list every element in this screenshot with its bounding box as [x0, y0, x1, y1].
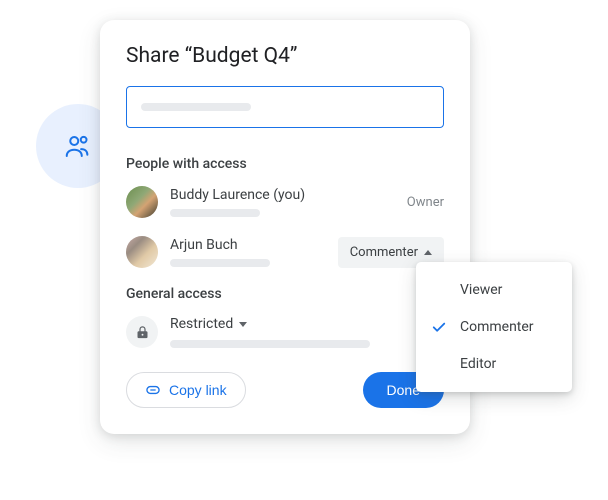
input-placeholder: [141, 103, 251, 111]
access-mode-label: Restricted: [170, 316, 233, 332]
share-dialog: Share “Budget Q4” People with access Bud…: [100, 20, 470, 434]
general-access-info: Restricted: [170, 316, 444, 348]
copy-link-button[interactable]: Copy link: [126, 372, 246, 408]
copy-link-label: Copy link: [169, 382, 227, 398]
people-icon: [63, 131, 93, 161]
access-mode-dropdown[interactable]: Restricted: [170, 316, 444, 332]
general-section-label: General access: [126, 286, 444, 302]
caret-down-icon: [239, 322, 247, 327]
dropdown-option-editor[interactable]: Editor: [416, 346, 572, 382]
caret-up-icon: [424, 250, 432, 255]
dropdown-option-commenter[interactable]: Commenter: [416, 308, 572, 346]
person-row: Buddy Laurence (you) Owner: [126, 186, 444, 218]
lock-circle: [126, 316, 158, 348]
general-access-row: Restricted: [126, 316, 444, 348]
link-icon: [145, 382, 161, 398]
check-slot: [430, 318, 448, 336]
avatar: [126, 186, 158, 218]
person-email-placeholder: [170, 209, 260, 217]
person-row: Arjun Buch Commenter: [126, 236, 444, 268]
add-people-input[interactable]: [126, 86, 444, 128]
lock-icon: [135, 325, 150, 340]
avatar: [126, 236, 158, 268]
person-info: Arjun Buch: [170, 237, 338, 267]
person-name: Buddy Laurence (you): [170, 187, 407, 203]
owner-role-label: Owner: [407, 195, 444, 210]
person-name: Arjun Buch: [170, 237, 338, 253]
access-description-placeholder: [170, 340, 370, 348]
role-label: Commenter: [350, 245, 418, 260]
dialog-title: Share “Budget Q4”: [126, 44, 444, 68]
option-label: Commenter: [460, 319, 534, 335]
person-email-placeholder: [170, 259, 270, 267]
option-label: Editor: [460, 356, 496, 372]
role-dropdown-menu: Viewer Commenter Editor: [416, 262, 572, 392]
dialog-footer: Copy link Done: [126, 372, 444, 408]
check-icon: [430, 318, 448, 336]
option-label: Viewer: [460, 282, 502, 298]
dropdown-option-viewer[interactable]: Viewer: [416, 272, 572, 308]
people-section-label: People with access: [126, 156, 444, 172]
person-info: Buddy Laurence (you): [170, 187, 407, 217]
